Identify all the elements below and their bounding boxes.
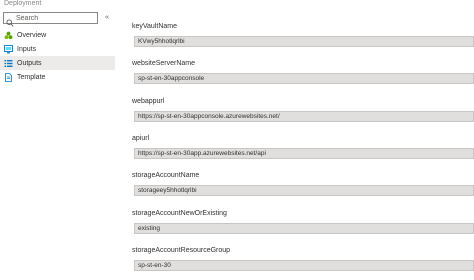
output-value-field[interactable]: sp-st-en-30appconsole: [134, 73, 474, 84]
search-input[interactable]: [16, 13, 96, 23]
sidebar-item-overview[interactable]: Overview: [0, 28, 115, 42]
sidebar-item-outputs[interactable]: Outputs: [0, 56, 115, 70]
sidebar-item-template[interactable]: Template: [0, 70, 115, 84]
collapse-sidebar-button[interactable]: «: [105, 14, 109, 22]
template-icon: [4, 72, 13, 82]
output-label: apiurl: [132, 135, 150, 142]
search-icon: [6, 14, 14, 27]
page-title: Deployment: [4, 0, 42, 7]
sidebar-item-inputs[interactable]: Inputs: [0, 42, 115, 56]
output-label: storageAccountResourceGroup: [132, 247, 231, 254]
output-value-field[interactable]: https://sp-st-en-30app.azurewebsites.net…: [134, 148, 474, 159]
sidebar-item-label: Overview: [17, 31, 47, 39]
inputs-icon: [4, 44, 13, 54]
overview-icon: [4, 31, 13, 40]
output-label: webappurl: [132, 98, 165, 105]
output-value-field[interactable]: sp-st-en-30: [134, 260, 474, 271]
output-label: websiteServerName: [132, 60, 196, 67]
output-value-field[interactable]: KVwy5hhotlqrlbi: [134, 36, 474, 47]
search-box[interactable]: [3, 12, 98, 27]
sidebar-item-label: Inputs: [17, 45, 37, 53]
sidebar-item-label: Template: [17, 73, 46, 81]
output-value-field[interactable]: https://sp-st-en-30appconsole.azurewebsi…: [134, 111, 474, 122]
output-value-field[interactable]: existing: [134, 223, 474, 234]
outputs-icon: [4, 59, 13, 68]
output-value-field[interactable]: storageey5hhotlqrlbi: [134, 185, 474, 196]
output-label: storageAccountNewOrExisting: [132, 210, 227, 217]
output-label: keyVaultName: [132, 23, 178, 30]
output-label: storageAccountName: [132, 172, 200, 179]
sidebar-nav: Overview Inputs Outputs Template: [0, 28, 115, 84]
sidebar-item-label: Outputs: [17, 59, 42, 67]
